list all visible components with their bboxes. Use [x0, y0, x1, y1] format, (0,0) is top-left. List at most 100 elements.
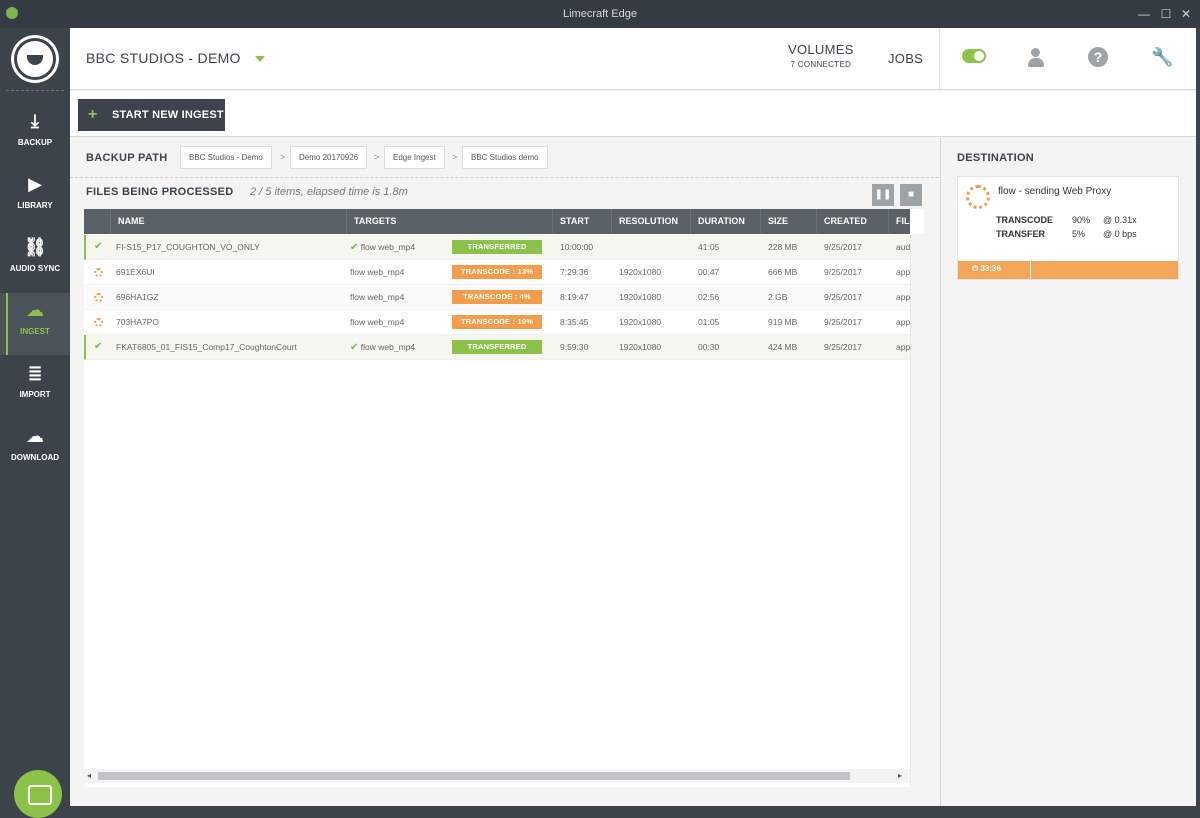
volumes-count: 7 CONNECTED	[788, 60, 854, 69]
link-icon: ⛓	[24, 236, 46, 258]
start-new-ingest-button[interactable]: + START NEW INGEST	[78, 99, 225, 131]
table-row[interactable]: 691EX6UI flow web_mp4 TRANSCODE : 13% 7:…	[84, 260, 910, 285]
transfer-percent: 5%	[1072, 229, 1085, 239]
resolution: 1920x1080	[619, 335, 661, 359]
plus-icon: +	[88, 99, 98, 131]
transcode-rate: @ 0.31x	[1103, 215, 1137, 225]
breadcrumb-item[interactable]: BBC Studios demo	[462, 146, 548, 169]
sidebar-item-download[interactable]: ☁ DOWNLOAD	[0, 419, 70, 481]
column-header-duration[interactable]: DURATION	[690, 209, 760, 234]
sidebar-item-label: AUDIO SYNC	[10, 264, 60, 273]
sidebar-item-label: DOWNLOAD	[11, 453, 59, 462]
column-header-targets[interactable]: TARGETS	[346, 209, 552, 234]
status-badge: TRANSCODE : 4%	[452, 290, 542, 304]
footer-divider	[1030, 261, 1031, 279]
pause-button[interactable]: ❚❚	[872, 184, 894, 206]
duration: 02:56	[698, 285, 719, 309]
toolbar: + START NEW INGEST	[70, 91, 1196, 137]
destination-panel: DESTINATION flow - sending Web Proxy TRA…	[940, 138, 1196, 806]
table-row[interactable]: ✔ FI-S15_P17_COUGHTON_VO_ONLY ✔ flow web…	[84, 235, 910, 260]
transfer-label: TRANSFER	[996, 229, 1045, 239]
file-size: 228 MB	[768, 235, 797, 259]
target-name: ✔ flow web_mp4	[350, 235, 415, 259]
file-size: 666 MB	[768, 260, 797, 284]
start-time: 10:00:00	[560, 235, 593, 259]
target-name: flow web_mp4	[350, 260, 404, 284]
column-header-status	[84, 209, 112, 234]
header-divider	[939, 28, 940, 90]
vertical-scrollbar[interactable]	[910, 234, 924, 787]
start-time: 9:59:30	[560, 335, 588, 359]
status-badge: TRANSFERRED	[452, 240, 542, 254]
file-name: 696HA1GZ	[116, 285, 342, 309]
destination-card[interactable]: flow - sending Web Proxy TRANSCODE 90% @…	[957, 176, 1179, 280]
volumes-button[interactable]: VOLUMES 7 CONNECTED	[788, 42, 854, 69]
sidebar-item-label: BACKUP	[18, 138, 52, 147]
column-header-file-type[interactable]: FILE T	[888, 209, 910, 234]
spinner-icon	[94, 260, 103, 284]
file-name: FKAT6805_01_FIS15_Comp17_CoughtonCourt	[116, 335, 342, 359]
user-icon[interactable]	[1026, 47, 1046, 67]
table-row[interactable]: ✔ FKAT6805_01_FIS15_Comp17_CoughtonCourt…	[84, 335, 910, 360]
scroll-right-icon[interactable]: ▸	[898, 771, 902, 780]
sidebar-item-backup[interactable]: ⤓ BACKUP	[0, 104, 70, 166]
created-date: 9/25/2017	[824, 335, 862, 359]
breadcrumb-item[interactable]: Edge Ingest	[384, 146, 445, 169]
table-row[interactable]: 696HA1GZ flow web_mp4 TRANSCODE : 4% 8:1…	[84, 285, 910, 310]
check-icon: ✔	[94, 235, 102, 259]
close-button[interactable]: ✕	[1172, 0, 1200, 28]
transcode-label: TRANSCODE	[996, 215, 1053, 225]
duration: 00:47	[698, 260, 719, 284]
hedgehog-logo[interactable]	[14, 38, 56, 80]
column-header-size[interactable]: SIZE	[760, 209, 816, 234]
file-size: 424 MB	[768, 335, 797, 359]
app-icon	[6, 7, 18, 19]
elapsed-time: ⏱ 33:36	[972, 264, 1001, 274]
start-ingest-label: START NEW INGEST	[112, 99, 224, 131]
file-size: 919 MB	[768, 310, 797, 334]
column-header-name[interactable]: NAME	[110, 209, 344, 234]
chevron-right-icon: >	[374, 152, 379, 162]
target-name: flow web_mp4	[350, 310, 404, 334]
card-footer: ⏱ 33:36	[958, 261, 1178, 279]
status-badge: TRANSCODE : 10%	[452, 315, 542, 329]
status-badge: TRANSFERRED	[452, 340, 542, 354]
sidebar-item-ingest[interactable]: ☁ INGEST	[0, 293, 70, 355]
sidebar-item-label: IMPORT	[19, 390, 50, 399]
jobs-button[interactable]: JOBS	[888, 51, 923, 66]
sidebar-item-library[interactable]: ▶ LIBRARY	[0, 167, 70, 229]
duration: 41:05	[698, 235, 719, 259]
sidebar-divider	[6, 90, 64, 91]
target-name: ✔ flow web_mp4	[350, 335, 415, 359]
destination-title: flow - sending Web Proxy	[998, 186, 1111, 197]
column-header-created[interactable]: CREATED	[816, 209, 888, 234]
file-name: 691EX6UI	[116, 260, 342, 284]
download-icon: ⤓	[24, 110, 46, 132]
online-toggle[interactable]	[962, 49, 986, 63]
stop-button[interactable]: ■	[900, 184, 922, 206]
resolution: 1920x1080	[619, 310, 661, 334]
horizontal-scrollbar[interactable]: ◂ ▸	[84, 769, 910, 783]
sidebar-item-import[interactable]: ≣ IMPORT	[0, 356, 70, 418]
sidebar-item-audio-sync[interactable]: ⛓ AUDIO SYNC	[0, 230, 70, 292]
column-header-start[interactable]: START	[552, 209, 612, 234]
duration: 00:30	[698, 335, 719, 359]
scrollbar-thumb[interactable]	[98, 772, 850, 780]
help-icon[interactable]: ?	[1088, 47, 1108, 67]
breadcrumb-item[interactable]: Demo 20170926	[290, 146, 367, 169]
spinner-icon	[94, 285, 103, 309]
wrench-icon[interactable]: 🔧	[1151, 47, 1171, 67]
created-date: 9/25/2017	[824, 285, 862, 309]
breadcrumb-item[interactable]: BBC Studios - Demo	[180, 146, 272, 169]
chevron-right-icon: >	[452, 152, 457, 162]
scroll-left-icon[interactable]: ◂	[87, 771, 91, 780]
processing-status: 2 / 5 items, elapsed time is 1.8m	[250, 186, 408, 198]
destination-label: DESTINATION	[957, 152, 1034, 164]
table-row[interactable]: 703HA7PO flow web_mp4 TRANSCODE : 10% 8:…	[84, 310, 910, 335]
file-name: 703HA7PO	[116, 310, 342, 334]
check-icon: ✔	[350, 342, 358, 353]
spinner-icon	[94, 310, 103, 334]
project-selector[interactable]: BBC STUDIOS - DEMO	[86, 50, 265, 66]
check-icon: ✔	[94, 335, 102, 359]
column-header-resolution[interactable]: RESOLUTION	[611, 209, 691, 234]
